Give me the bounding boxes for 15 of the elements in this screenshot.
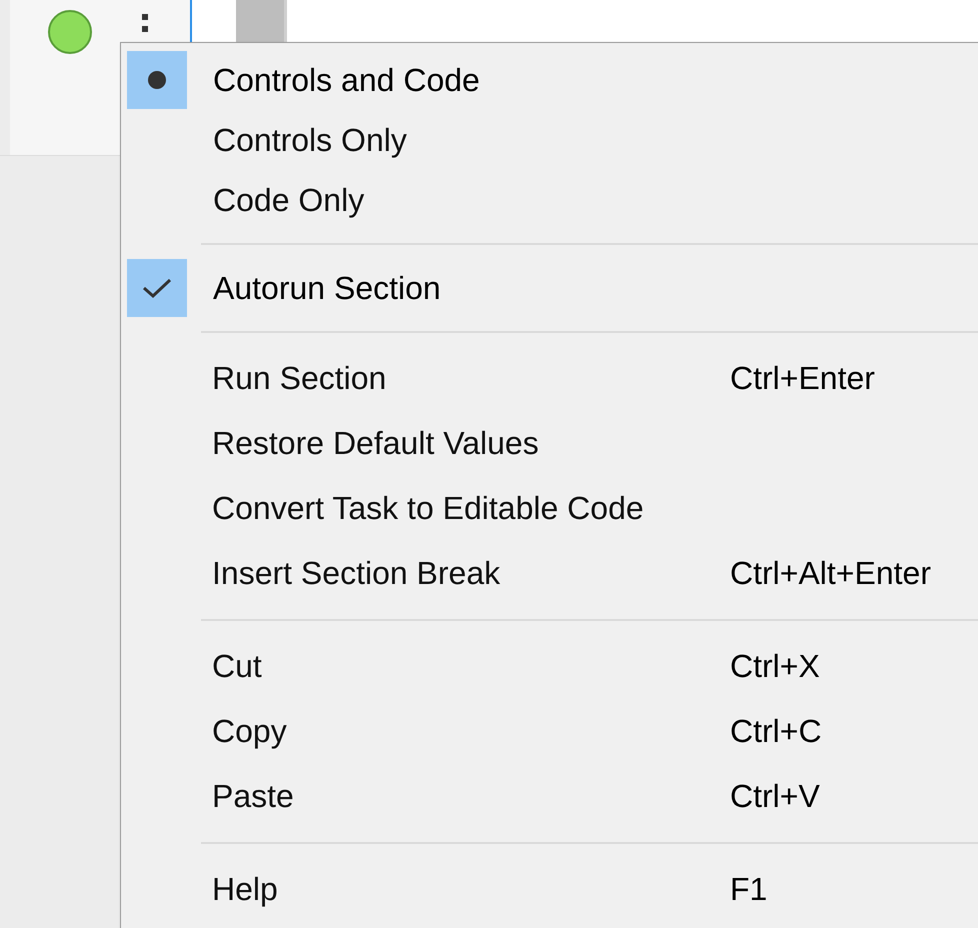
checkmark-icon [141,277,173,299]
menu-item[interactable]: Restore Default Values [121,411,978,476]
menu-item[interactable]: Help F1 [121,857,978,922]
menu-item[interactable]: Insert Section Break Ctrl+Alt+Enter [121,541,978,606]
menu-item[interactable]: Controls and Code [121,50,978,110]
menu-item[interactable]: Paste Ctrl+V [121,764,978,829]
menu-item[interactable]: Code Only [121,170,978,230]
menu-item[interactable]: Autorun Section [121,258,978,318]
bullet-icon [147,70,167,90]
menu-item[interactable]: Copy Ctrl+C [121,699,978,764]
menu-item[interactable]: Convert Task to Editable Code [121,476,978,541]
menu-item[interactable]: Controls Only [121,110,978,170]
scrollbar-thumb[interactable] [236,0,287,42]
menu-item[interactable]: Cut Ctrl+X [121,634,978,699]
menu-item[interactable]: Run Section Ctrl+Enter [121,346,978,411]
